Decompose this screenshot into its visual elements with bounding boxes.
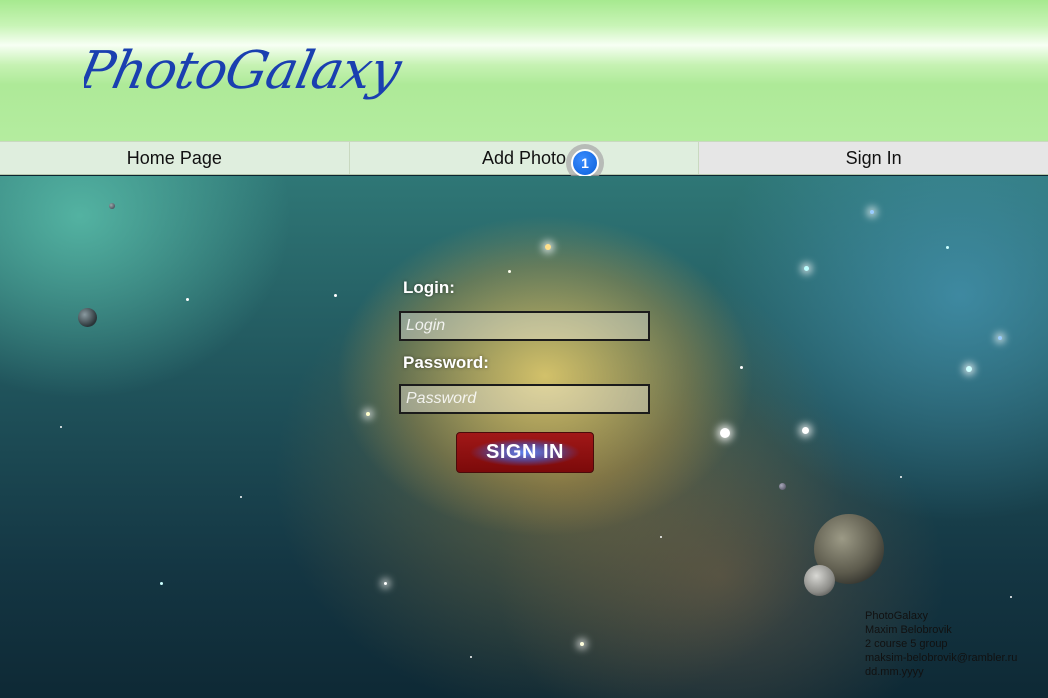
nav-add-photo[interactable]: Add Photo <box>349 142 700 174</box>
footer-date: dd.mm.yyyy <box>865 666 924 678</box>
moon-right <box>804 565 835 596</box>
footer-group: 2 course 5 group <box>865 638 948 650</box>
star <box>966 366 972 372</box>
star <box>186 298 189 301</box>
sign-in-button[interactable]: SIGN IN <box>456 432 594 473</box>
author-info: PhotoGalaxy Maxim Belobrovik 2 course 5 … <box>865 609 1017 679</box>
nav-sign-in[interactable]: Sign In <box>699 142 1048 174</box>
login-label: Login: <box>403 278 455 297</box>
footer-author: Maxim Belobrovik <box>865 624 952 636</box>
footer-site-name: PhotoGalaxy <box>865 610 928 622</box>
star <box>508 270 511 273</box>
password-input[interactable] <box>399 384 650 414</box>
star <box>946 246 949 249</box>
star <box>580 642 584 646</box>
star <box>660 536 662 538</box>
tiny-planet-right <box>779 483 786 490</box>
footer-email[interactable]: maksim-belobrovik@rambler.ru <box>865 651 1017 665</box>
password-label: Password: <box>403 353 489 372</box>
star <box>470 656 472 658</box>
small-planet-left <box>78 308 97 327</box>
star <box>870 210 874 214</box>
star <box>740 366 743 369</box>
badge-count: 1 <box>571 149 599 177</box>
tiny-planet-left <box>109 203 115 209</box>
star <box>998 336 1002 340</box>
star <box>1010 596 1012 598</box>
logo-text: PhotoGalaxy <box>84 41 404 101</box>
star <box>545 244 551 250</box>
site-logo[interactable]: PhotoGalaxy <box>72 30 408 112</box>
star <box>240 496 242 498</box>
main-nav: Home Page Add Photo Sign In <box>0 141 1048 175</box>
star <box>334 294 337 297</box>
star <box>366 412 370 416</box>
page-header: PhotoGalaxy <box>0 0 1048 141</box>
star <box>802 427 809 434</box>
star <box>60 426 62 428</box>
star <box>720 428 730 438</box>
star <box>160 582 163 585</box>
star <box>900 476 902 478</box>
star <box>804 266 809 271</box>
logo-wordmark: PhotoGalaxy <box>72 41 408 101</box>
login-input[interactable] <box>399 311 650 341</box>
nav-home-page[interactable]: Home Page <box>0 142 350 174</box>
star <box>384 582 387 585</box>
